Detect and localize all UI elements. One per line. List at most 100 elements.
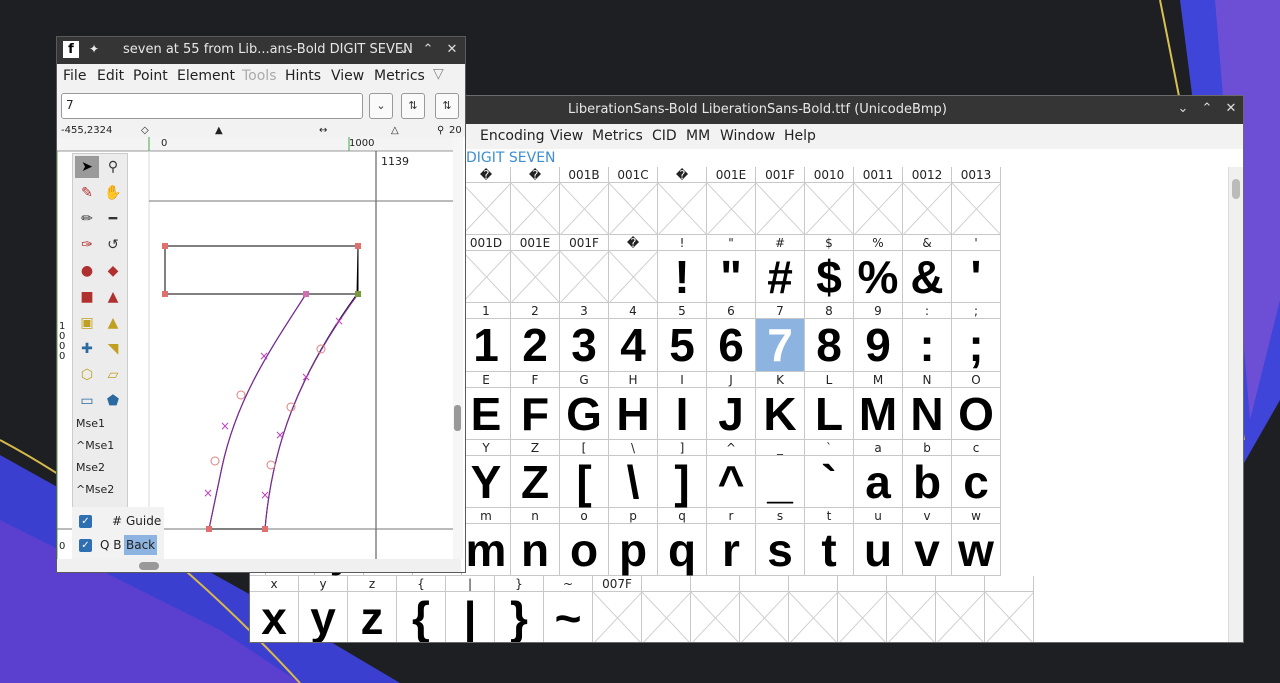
glyph-cell[interactable]: $ $ [805,235,854,304]
glyph-cell[interactable]: MM [854,371,903,440]
glyph-cell[interactable]: 44 [609,303,658,372]
glyph-cell[interactable] [740,576,789,642]
glyph-cell[interactable] [887,576,936,642]
pen-tool-icon[interactable]: ✑ [75,234,99,256]
minimize-icon[interactable]: ⌄ [1174,100,1192,118]
ruler-tool-icon[interactable]: ━ [101,208,125,230]
glyph-cell[interactable]: bb [903,439,952,508]
glyph-cell[interactable]: [[ [560,439,609,508]
spiro-tool-icon[interactable]: ↺ [101,234,125,256]
glyph-cell[interactable]: mm [462,508,511,577]
glyph-cell[interactable]: ~ ~ [544,576,593,642]
glyph-cell[interactable]: 001C [609,167,658,236]
glyph-cell[interactable]: " " [707,235,756,304]
glyph-cell[interactable]: 001F [560,235,609,304]
maximize-icon[interactable]: ⌃ [419,41,437,59]
glyph-cell[interactable]: 001E [707,167,756,236]
menu-element[interactable]: Element [177,68,235,84]
glyph-cell[interactable]: LL [805,371,854,440]
glyph-cell[interactable]: | | [446,576,495,642]
guide-layer-label[interactable]: Guide [126,514,161,528]
menu-metrics[interactable]: Metrics [374,68,425,84]
glyph-cell[interactable]: JJ [707,371,756,440]
flip-tool-icon[interactable]: ✚ [75,338,99,360]
menu-point[interactable]: Point [133,68,168,84]
glyph-cell[interactable]: 88 [805,303,854,372]
glyph-cell[interactable]: zz [348,576,397,642]
glyph-cell[interactable]: 001D [462,235,511,304]
dropdown-chevron-icon[interactable]: ⌄ [369,93,393,119]
glyph-cell[interactable]: YY [462,439,511,508]
menu-mm[interactable]: MM [686,128,710,144]
skew-tool-icon[interactable]: ◥ [101,338,125,360]
3d-rotate-tool-icon[interactable]: ⬡ [75,364,99,386]
glyph-cell[interactable]: oo [560,508,609,577]
glyph-cell[interactable]: ^ ^ [707,439,756,508]
glyph-cell[interactable]: 001B [560,167,609,236]
glyph-cell[interactable]: _ _ [756,439,805,508]
rectangle-tool-icon[interactable]: ▭ [75,390,99,412]
glyph-cell[interactable]: II [658,371,707,440]
glyph-cell[interactable]: %% [854,235,903,304]
glyph-cell[interactable]: FF [511,371,560,440]
minimize-icon[interactable]: ⌄ [395,41,413,59]
glyph-cell[interactable]: uu [854,508,903,577]
glyph-cell[interactable]: tt [805,508,854,577]
close-icon[interactable]: ✕ [1222,100,1240,118]
glyph-cell[interactable]: \ \ [609,439,658,508]
rotate-tool-icon[interactable]: ▲ [101,312,125,334]
glyph-cell[interactable]: ZZ [511,439,560,508]
glyph-cell[interactable]: ` ` [805,439,854,508]
glyph-cell[interactable]: OO [952,371,1001,440]
glyph-cell[interactable]: � [658,167,707,236]
pointer-tool-icon[interactable]: ➤ [75,156,99,178]
glyph-cell[interactable]: rr [707,508,756,577]
glyph-cell[interactable]: ]] [658,439,707,508]
glyph-cell[interactable]: pp [609,508,658,577]
glyph-cell[interactable]: 99 [854,303,903,372]
glyph-cell[interactable]: 001F [756,167,805,236]
glyph-cell[interactable]: qq [658,508,707,577]
glyph-cell[interactable]: 33 [560,303,609,372]
glyph-cell[interactable]: 0010 [805,167,854,236]
glyph-cell[interactable]: vv [903,508,952,577]
glyph-name-input[interactable]: 7 [61,93,363,119]
glyph-cell[interactable]: 11 [462,303,511,372]
glyph-cell[interactable]: {{ [397,576,446,642]
curve-point-tool-icon[interactable]: ● [75,260,99,282]
glyph-cell[interactable]: cc [952,439,1001,508]
glyph-cell[interactable]: yy [299,576,348,642]
glyph-cell[interactable]: 77 [756,303,805,372]
glyph-cell[interactable] [691,576,740,642]
menu-cid[interactable]: CID [652,128,677,144]
corner-point-tool-icon[interactable]: ■ [75,286,99,308]
menu-tools[interactable]: Tools [242,68,277,84]
glyph-cell[interactable]: nn [511,508,560,577]
pin-icon[interactable]: ✦ [89,42,99,56]
glyph-cell[interactable]: ' ' [952,235,1001,304]
glyph-cell[interactable]: :: [903,303,952,372]
glyph-cell[interactable]: 66 [707,303,756,372]
knife-tool-icon[interactable]: ✏ [75,208,99,230]
glyph-cell[interactable]: & & [903,235,952,304]
glyph-cell[interactable]: ss [756,508,805,577]
scroll-hand-tool-icon[interactable]: ✋ [101,182,125,204]
glyph-cell[interactable]: EE [462,371,511,440]
glyph-cell[interactable] [789,576,838,642]
menu-metrics[interactable]: Metrics [592,128,643,144]
glyph-cell[interactable]: � [511,167,560,236]
glyph-cell[interactable]: }} [495,576,544,642]
glyph-cell[interactable]: 001E [511,235,560,304]
menu-edit[interactable]: Edit [97,68,124,84]
glyph-cell[interactable]: GG [560,371,609,440]
menu-view[interactable]: View [550,128,583,144]
glyph-cell[interactable]: xx [250,576,299,642]
prev-glyph-button[interactable]: ⇅ [401,93,425,119]
glyph-cell[interactable]: ;; [952,303,1001,372]
maximize-icon[interactable]: ⌃ [1198,100,1216,118]
glyph-cell[interactable]: 55 [658,303,707,372]
glyph-cell[interactable]: KK [756,371,805,440]
back-layer-checkbox[interactable]: ✓ [79,539,92,552]
glyph-cell[interactable]: 0012 [903,167,952,236]
menu-view[interactable]: View [331,68,364,84]
